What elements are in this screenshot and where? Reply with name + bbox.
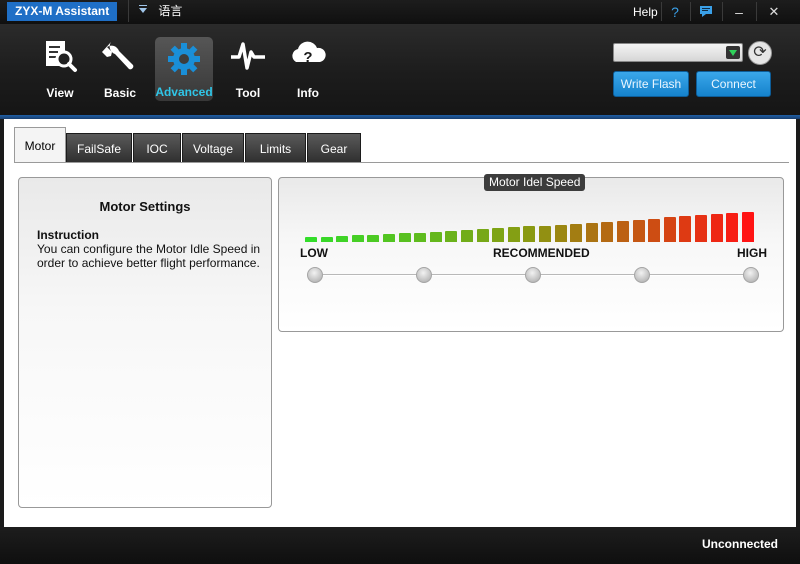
minimize-icon[interactable]: – (728, 3, 750, 21)
question-cloud-icon: ? (292, 41, 326, 66)
slider-stop-4[interactable] (634, 267, 650, 283)
port-dropdown[interactable] (613, 43, 743, 62)
tab-limits[interactable]: Limits (245, 133, 306, 163)
svg-text:?: ? (303, 49, 312, 66)
tab-underline (14, 162, 789, 163)
nav-info[interactable]: ? Info (278, 38, 338, 100)
tab-gear[interactable]: Gear (307, 133, 361, 163)
idle-speed-level-bars (305, 206, 761, 242)
nav-advanced[interactable]: Advanced (155, 37, 213, 101)
main-toolbar: View Basic Advanced Tool ? Info (0, 24, 800, 116)
level-bar (554, 225, 567, 242)
level-bar (523, 226, 536, 242)
slider-stop-1[interactable] (307, 267, 323, 283)
idle-speed-group-title: Motor Idel Speed (484, 174, 586, 191)
app-title: ZYX-M Assistant (7, 2, 118, 21)
level-bar (414, 233, 427, 242)
level-bar (476, 229, 489, 242)
level-bar (461, 230, 473, 242)
nav-advanced-label: Advanced (155, 85, 213, 99)
connect-button[interactable]: Connect (696, 71, 771, 97)
slider-stop-5[interactable] (743, 267, 759, 283)
level-bar (539, 226, 551, 242)
level-bar (601, 222, 614, 242)
level-bar (679, 216, 692, 242)
write-flash-button[interactable]: Write Flash (613, 71, 689, 97)
idle-speed-group: Motor Idel Speed LOW RECOMMENDED HIGH (278, 174, 784, 332)
level-bar (570, 224, 583, 242)
tab-voltage[interactable]: Voltage (182, 133, 244, 163)
separator (756, 2, 757, 21)
nav-view[interactable]: View (30, 38, 90, 100)
level-bar (741, 212, 754, 242)
level-bar (305, 237, 317, 242)
separator (690, 2, 691, 21)
slider-stop-2[interactable] (416, 267, 432, 283)
nav-basic[interactable]: Basic (90, 38, 150, 100)
dropdown-bar-icon (139, 5, 147, 6)
level-bar (632, 220, 645, 242)
wrench-icon (102, 42, 134, 70)
level-bar (398, 233, 411, 242)
high-label: HIGH (737, 246, 767, 260)
level-bar (617, 221, 629, 242)
help-link[interactable]: Help (633, 5, 658, 19)
level-bar (585, 223, 598, 242)
help-icon[interactable]: ? (664, 3, 686, 21)
level-bar (710, 214, 723, 242)
low-label: LOW (300, 246, 328, 260)
motor-settings-panel: Motor Settings Instruction You can confi… (18, 177, 272, 508)
level-bar (507, 227, 520, 242)
nav-tool-label: Tool (235, 86, 261, 100)
level-bar (320, 237, 333, 242)
language-label: 语言 (158, 4, 183, 18)
nav-tool[interactable]: Tool (218, 38, 278, 100)
level-bar (367, 235, 380, 242)
level-bar (383, 234, 395, 242)
separator (722, 2, 723, 21)
separator (661, 2, 662, 21)
tab-ioc[interactable]: IOC (133, 133, 181, 163)
status-bar: Unconnected (0, 527, 800, 564)
language-selector[interactable]: 语言 (128, 0, 208, 22)
connection-status: Unconnected (701, 537, 778, 551)
chat-bubble-icon[interactable] (695, 3, 717, 21)
refresh-button[interactable]: ⟳ (748, 41, 772, 65)
magnifier-document-icon (46, 41, 77, 72)
instruction-text: You can configure the Motor Idle Speed i… (37, 242, 261, 270)
level-bar (429, 232, 442, 242)
content-panel: Motor FailSafe IOC Voltage Limits Gear M… (4, 119, 796, 527)
level-bar (726, 213, 739, 242)
motor-settings-title: Motor Settings (99, 199, 191, 214)
level-bar (351, 235, 364, 242)
close-icon[interactable]: ✕ (763, 3, 785, 21)
level-bar (492, 228, 505, 242)
slider-stop-3[interactable] (525, 267, 541, 283)
level-bar (648, 219, 661, 242)
level-bar (445, 231, 458, 242)
app-window: ZYX-M Assistant 语言 Help ? – ✕ View Basic… (0, 0, 800, 564)
nav-view-label: View (46, 86, 74, 100)
level-bar (695, 215, 707, 242)
dropdown-arrow-icon (139, 8, 147, 14)
tab-motor[interactable]: Motor (14, 127, 66, 163)
title-bar: ZYX-M Assistant 语言 Help ? – ✕ (0, 0, 800, 24)
dropdown-arrow-icon[interactable] (726, 46, 740, 59)
level-bar (336, 236, 349, 242)
level-bar (663, 217, 676, 242)
gear-icon (168, 43, 200, 75)
pulse-icon (231, 42, 265, 70)
tab-failsafe[interactable]: FailSafe (66, 133, 132, 163)
recommended-label: RECOMMENDED (493, 246, 590, 260)
nav-basic-label: Basic (103, 86, 137, 100)
instruction-title: Instruction (37, 228, 99, 242)
nav-info-label: Info (297, 86, 319, 100)
